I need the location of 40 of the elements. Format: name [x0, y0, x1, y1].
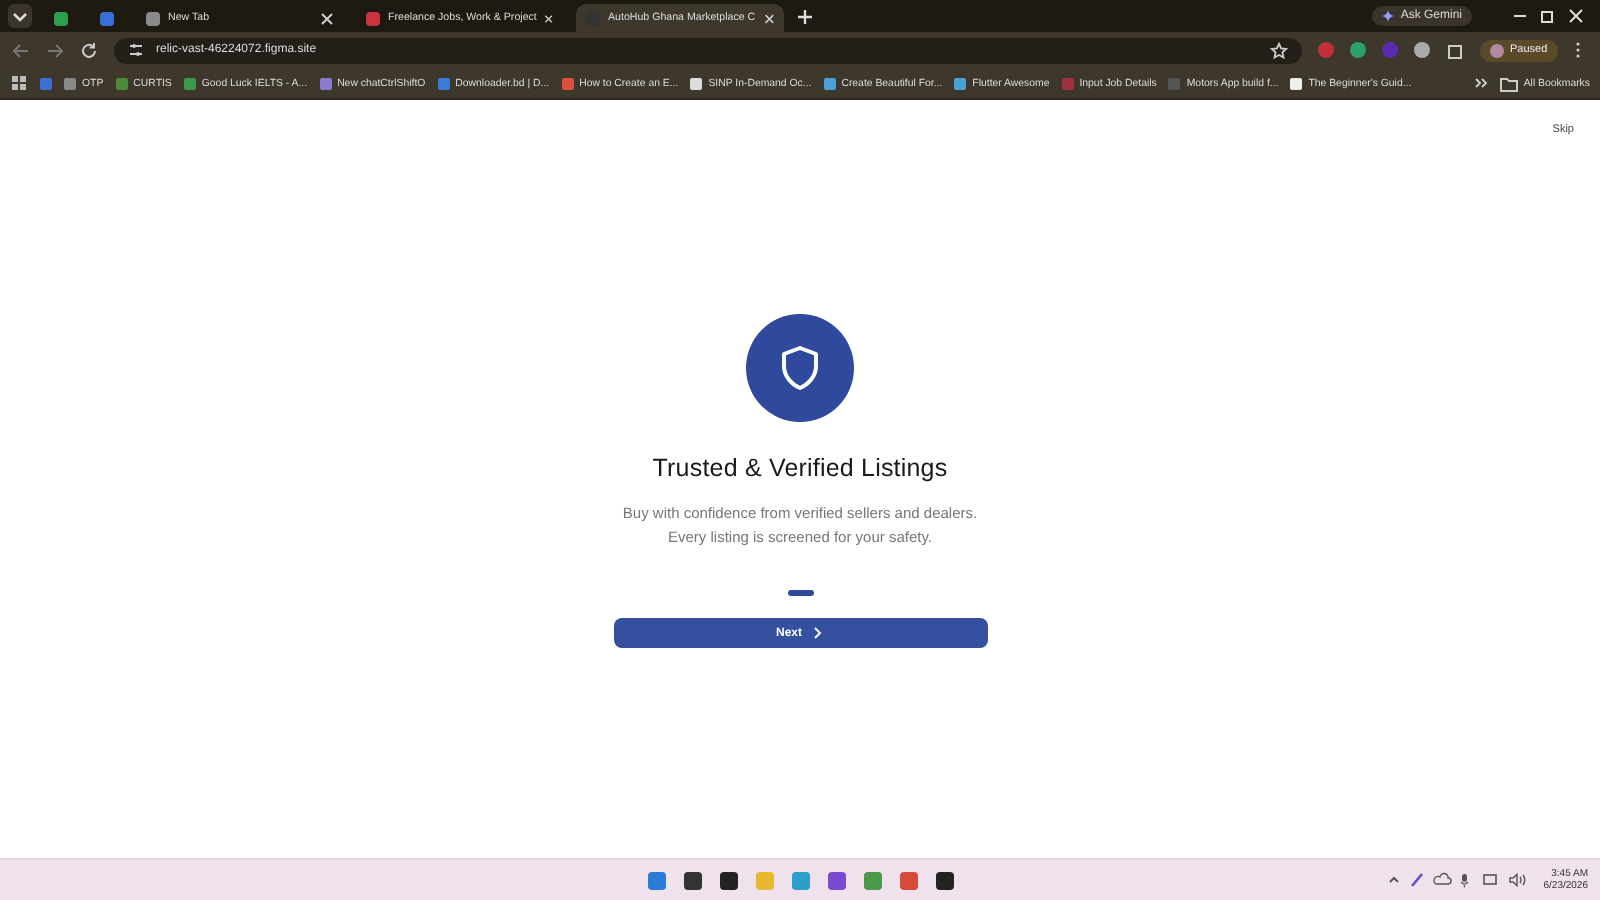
new-tab-icon[interactable]: [796, 7, 814, 25]
close-icon[interactable]: [1568, 8, 1584, 24]
close-icon[interactable]: [763, 11, 774, 25]
bookmark-favicon-icon: [64, 77, 76, 89]
more-icon[interactable]: [1573, 40, 1582, 60]
forward-icon[interactable]: [46, 41, 64, 59]
back-icon[interactable]: [12, 41, 30, 59]
site-info-icon: [128, 42, 144, 58]
bookmark-favicon-icon: [1290, 77, 1303, 89]
bookmark-favicon-icon: [954, 77, 967, 89]
shield-icon: [778, 344, 822, 392]
apps-grid-icon[interactable]: [10, 74, 28, 92]
onboarding-title: Trusted & Verified Listings: [652, 454, 948, 482]
bookmark-favicon-icon: [437, 77, 450, 89]
chevron-down-icon: [12, 8, 28, 24]
close-icon[interactable]: [320, 11, 334, 25]
tab-favicon-icon: [54, 11, 68, 25]
tab-menu-button[interactable]: [8, 4, 32, 28]
bookmark-icon[interactable]: [40, 77, 52, 89]
star-icon[interactable]: [1270, 41, 1288, 59]
bookmark-favicon-icon: [1061, 77, 1074, 89]
tab-favicon-icon: [100, 11, 114, 25]
avatar-icon: [1490, 43, 1504, 57]
bookmark-favicon-icon: [1168, 77, 1181, 89]
system-tray-icons[interactable]: [1387, 872, 1528, 888]
bookmark-favicon-icon: [183, 77, 196, 89]
more-bookmarks-icon[interactable]: [1473, 76, 1488, 90]
folder-icon: [1499, 75, 1518, 91]
tab-favicon-icon: [146, 11, 160, 25]
reload-icon[interactable]: [80, 41, 98, 59]
bookmark-favicon-icon: [690, 77, 703, 89]
chevron-right-icon: [812, 626, 824, 640]
sparkle-icon: [1382, 10, 1395, 22]
bookmark-favicon-icon: [823, 77, 836, 89]
bookmark-favicon-icon: [115, 77, 128, 89]
bookmark-favicon-icon: [319, 77, 332, 89]
bookmark-favicon-icon: [561, 77, 574, 89]
tab-favicon-icon: [366, 11, 380, 25]
restore-icon[interactable]: [1540, 8, 1556, 24]
close-icon[interactable]: [544, 11, 554, 25]
